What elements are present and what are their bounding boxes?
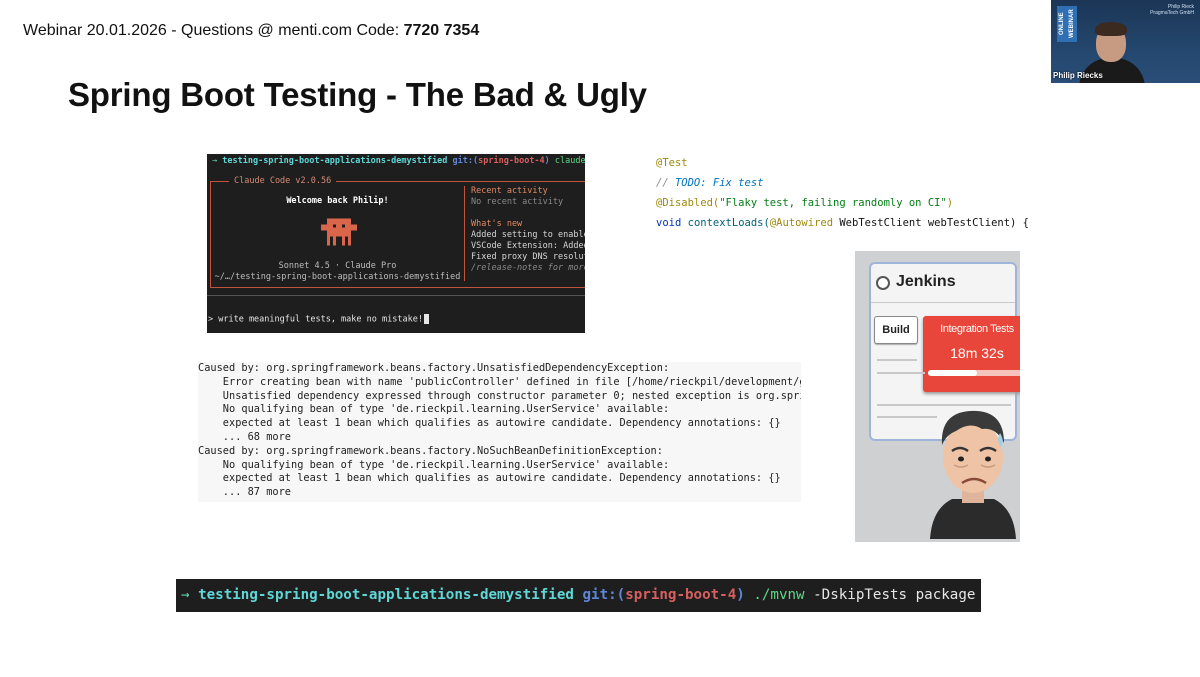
prompt-branch: spring-boot-4	[478, 156, 545, 166]
comment-prefix: //	[656, 177, 675, 189]
method-params: WebTestClient webTestClient) {	[833, 217, 1029, 229]
activity-panel: Recent activity No recent activity What'…	[471, 186, 585, 274]
recent-activity-title: Recent activity	[471, 186, 548, 196]
recent-activity-body: No recent activity	[471, 197, 564, 207]
webinar-header: Webinar 20.01.2026 - Questions @ menti.c…	[23, 22, 479, 40]
trace-line: Unsatisfied dependency expressed through…	[198, 389, 801, 402]
placeholder-line	[877, 359, 917, 361]
trace-line: Caused by: org.springframework.beans.fac…	[198, 362, 670, 374]
claude-code-terminal: → testing-spring-boot-applications-demys…	[207, 154, 585, 333]
trace-line: Caused by: org.springframework.beans.fac…	[198, 444, 663, 457]
placeholder-line	[877, 372, 925, 374]
working-directory: ~/…/testing-spring-boot-applications-dem…	[214, 272, 461, 282]
slide-title: Spring Boot Testing - The Bad & Ugly	[68, 76, 647, 113]
mvnw-command: ./mvnw	[753, 587, 805, 603]
code-line-method: void contextLoads(@Autowired WebTestClie…	[656, 213, 1029, 233]
trace-line: expected at least 1 bean which qualifies…	[198, 417, 781, 430]
presenter-hair	[1095, 22, 1127, 36]
integration-tests-stage: Integration Tests 18m 32s	[923, 316, 1020, 392]
stage-progress-bar	[928, 370, 1020, 376]
whats-new-item: VSCode Extension: Added s	[471, 241, 585, 251]
code-line-disabled: @Disabled("Flaky test, failing randomly …	[656, 193, 1029, 213]
trace-line: No qualifying bean of type 'de.rieckpil.…	[198, 458, 670, 471]
void-keyword: void	[656, 217, 682, 229]
build-stage: Build	[874, 316, 918, 344]
text-cursor	[423, 314, 429, 324]
stack-trace: Caused by: org.springframework.beans.fac…	[198, 362, 801, 502]
menti-code: 7720 7354	[403, 22, 480, 39]
claude-version: Claude Code v2.0.56	[229, 176, 337, 186]
terminal-prompt-line: → testing-spring-boot-applications-demys…	[212, 156, 585, 166]
disabled-close: )	[946, 197, 954, 209]
code-line-todo-comment: // TODO: Fix test	[656, 173, 1029, 193]
whats-new-item: Added setting to enable/d	[471, 230, 585, 240]
box-divider	[464, 186, 465, 281]
prompt-git-label: git:(	[452, 156, 479, 166]
trace-line: Error creating bean with name 'publicCon…	[198, 375, 801, 388]
claude-mascot-icon	[321, 218, 357, 246]
disabled-annotation: @Disabled(	[656, 197, 720, 209]
prompt-directory: testing-spring-boot-applications-demysti…	[198, 587, 574, 603]
prompt-arrow: →	[212, 156, 218, 166]
mvnw-terminal: → testing-spring-boot-applications-demys…	[176, 579, 981, 612]
disabled-reason: "Flaky test, failing randomly on CI"	[719, 197, 947, 209]
prompt-input[interactable]: > write meaningful tests, make no mistak…	[208, 314, 429, 325]
stage-progress-fill	[928, 370, 977, 376]
trace-line: No qualifying bean of type 'de.rieckpil.…	[198, 403, 670, 416]
mvnw-args: -DskipTests package	[804, 587, 976, 603]
stage-label: Integration Tests	[940, 323, 1014, 335]
stressed-developer-icon	[930, 410, 1016, 539]
trace-line: ... 87 more	[198, 486, 291, 499]
prompt-directory: testing-spring-boot-applications-demysti…	[222, 156, 448, 166]
release-notes-hint: /release-notes for more	[471, 263, 585, 273]
prompt-branch: spring-boot-4	[625, 587, 737, 603]
jenkins-illustration: Jenkins Build Integration Tests 18m 32s	[855, 251, 1020, 542]
jenkins-header: Jenkins	[871, 264, 1015, 303]
webinar-header-text: Webinar 20.01.2026 - Questions @ menti.c…	[23, 22, 404, 39]
trace-line: expected at least 1 bean which qualifies…	[198, 472, 781, 485]
input-separator	[207, 295, 585, 296]
prompt-git-close: )	[544, 156, 550, 166]
webcam-corner-text: Philip Rieck PragmaTech GmbH	[1150, 4, 1194, 16]
trace-line: ... 68 more	[198, 430, 291, 443]
jenkins-title: Jenkins	[896, 273, 956, 290]
model-info: Sonnet 4.5 · Claude Pro	[278, 261, 397, 271]
method-name: contextLoads(	[687, 217, 770, 229]
prompt-input-text: > write meaningful tests, make no mistak…	[208, 314, 423, 325]
whats-new-title: What's new	[471, 219, 523, 229]
whats-new-item: Fixed proxy DNS resolutio	[471, 252, 585, 262]
prompt-git-label: git:(	[582, 587, 626, 603]
presenter-name: Philip Riecks	[1053, 71, 1103, 80]
todo-text: TODO: Fix test	[674, 177, 764, 189]
prompt-git-close: )	[736, 587, 745, 603]
welcome-message: Welcome back Philip!	[286, 196, 389, 206]
test-code-snippet: @Test // TODO: Fix test @Disabled("Flaky…	[656, 153, 1029, 233]
webinar-badge: ONLINE WEBINAR	[1057, 6, 1077, 42]
webcam-overlay: ONLINE WEBINAR Philip Rieck PragmaTech G…	[1051, 0, 1200, 83]
claude-welcome-box: Claude Code v2.0.56 Welcome back Philip!…	[210, 176, 585, 288]
prompt-arrow: →	[181, 587, 190, 603]
placeholder-line	[877, 416, 937, 418]
stage-duration: 18m 32s	[950, 345, 1004, 361]
prompt-command: claude	[554, 156, 585, 166]
jenkins-logo-icon	[876, 276, 890, 290]
autowired-annotation: @Autowired	[769, 217, 834, 229]
code-line-test-annotation: @Test	[656, 157, 688, 169]
